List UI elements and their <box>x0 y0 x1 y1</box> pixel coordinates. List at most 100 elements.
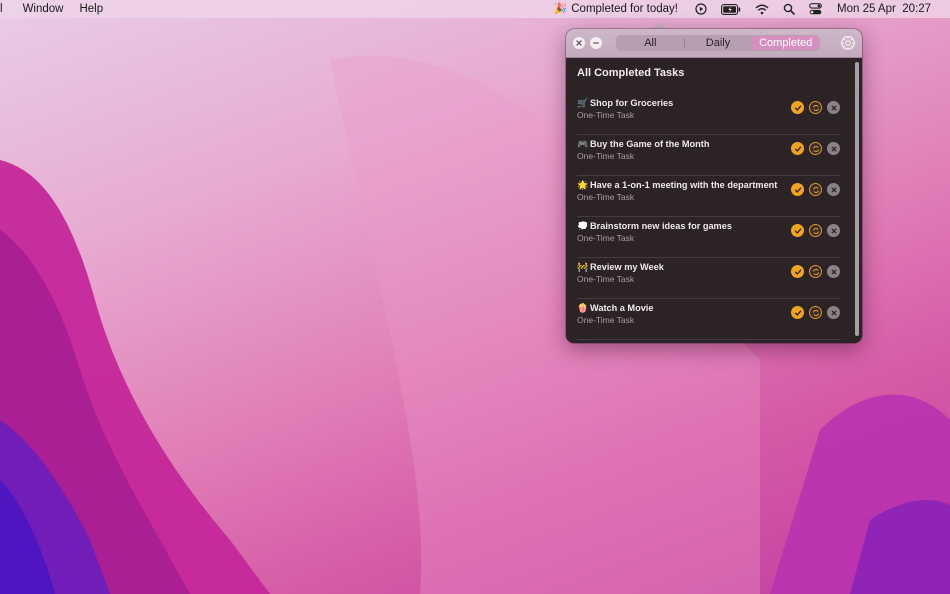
menu-item-app-truncated[interactable]: l <box>0 0 11 18</box>
close-icon <box>830 304 838 322</box>
complete-button[interactable] <box>791 142 804 155</box>
close-icon <box>830 99 838 117</box>
complete-button[interactable] <box>791 224 804 237</box>
checkmark-icon <box>794 99 802 117</box>
checkmark-icon <box>794 140 802 158</box>
close-icon <box>830 140 838 158</box>
menu-bar: l Window Help 🎉 Completed for today! Mon… <box>0 0 950 18</box>
repeat-button[interactable] <box>809 224 822 237</box>
task-actions <box>791 142 840 155</box>
task-emoji: 🛒 <box>577 98 589 108</box>
gear-icon <box>840 36 856 55</box>
task-title-line: 🍿 Watch a Movie <box>577 303 653 314</box>
repeat-icon <box>812 181 820 199</box>
popover-header: All Daily Completed <box>566 29 862 58</box>
task-status-menu-extra[interactable]: 🎉 Completed for today! <box>547 0 688 18</box>
task-type: One-Time Task <box>577 110 635 120</box>
task-actions <box>791 306 840 319</box>
task-row[interactable]: 🌟 Have a 1-on-1 meeting with the departme… <box>577 176 840 217</box>
party-popper-icon: 🎉 <box>553 3 568 15</box>
repeat-button[interactable] <box>809 183 822 196</box>
checkmark-icon <box>794 263 802 281</box>
tab-all[interactable]: All <box>617 35 684 51</box>
app-menus: l Window Help <box>0 0 111 18</box>
popover-arrow <box>652 22 666 29</box>
status-area: 🎉 Completed for today! Mon 25 Apr 20:27 <box>547 0 938 18</box>
repeat-button[interactable] <box>809 142 822 155</box>
task-actions <box>791 183 840 196</box>
repeat-button[interactable] <box>809 265 822 278</box>
status-text: Completed for today! <box>571 3 679 15</box>
complete-button[interactable] <box>791 101 804 114</box>
checkmark-icon <box>794 222 802 240</box>
task-row[interactable]: 🚧 Review my Week One-Time Task <box>577 258 840 299</box>
task-title: Buy the Game of the Month <box>590 139 710 149</box>
task-title-line: 🌟 Have a 1-on-1 meeting with the departme… <box>577 180 777 191</box>
battery-icon[interactable] <box>714 0 748 18</box>
task-actions <box>791 224 840 237</box>
repeat-button[interactable] <box>809 306 822 319</box>
task-row[interactable]: 🛒 Shop for Groceries One-Time Task <box>577 94 840 135</box>
task-title: Review my Week <box>590 262 664 272</box>
wifi-icon[interactable] <box>748 0 776 18</box>
repeat-icon <box>812 99 820 117</box>
menu-item-help[interactable]: Help <box>71 0 111 18</box>
tasks-popover: All Daily Completed All Completed Tasks … <box>566 29 862 343</box>
complete-button[interactable] <box>791 265 804 278</box>
menu-bar-clock[interactable]: Mon 25 Apr 20:27 <box>829 0 938 18</box>
close-icon <box>830 222 838 240</box>
task-type: One-Time Task <box>577 274 635 284</box>
checkmark-icon <box>794 181 802 199</box>
remove-button[interactable] <box>827 306 840 319</box>
remove-button[interactable] <box>827 183 840 196</box>
task-actions <box>791 101 840 114</box>
task-row[interactable]: 🍿 Watch a Movie One-Time Task <box>577 299 840 340</box>
remove-button[interactable] <box>827 224 840 237</box>
tab-completed[interactable]: Completed <box>752 36 820 50</box>
task-type: One-Time Task <box>577 233 635 243</box>
task-title-line: 🚧 Review my Week <box>577 262 664 273</box>
repeat-button[interactable] <box>809 101 822 114</box>
remove-button[interactable] <box>827 101 840 114</box>
task-type: One-Time Task <box>577 192 635 202</box>
minus-icon <box>592 34 600 52</box>
task-type: One-Time Task <box>577 315 635 325</box>
task-title: Have a 1-on-1 meeting with the departmen… <box>590 180 778 190</box>
repeat-icon <box>812 222 820 240</box>
task-type: One-Time Task <box>577 151 635 161</box>
task-emoji: 🚧 <box>577 262 589 272</box>
close-icon <box>575 34 583 52</box>
settings-button[interactable] <box>840 35 856 51</box>
task-emoji: 🌟 <box>577 180 589 190</box>
task-emoji: 💭 <box>577 221 589 231</box>
task-title: Brainstorm new ideas for games <box>590 221 732 231</box>
filter-segmented-control: All Daily Completed <box>616 35 820 51</box>
repeat-icon <box>812 263 820 281</box>
play-circle-icon[interactable] <box>688 0 714 18</box>
spotlight-search-icon[interactable] <box>776 0 802 18</box>
complete-button[interactable] <box>791 306 804 319</box>
task-row[interactable]: 🎮 Buy the Game of the Month One-Time Task <box>577 135 840 176</box>
task-list-area: All Completed Tasks 🛒 Shop for Groceries … <box>566 58 862 343</box>
task-emoji: 🎮 <box>577 139 589 149</box>
repeat-icon <box>812 140 820 158</box>
close-icon <box>830 181 838 199</box>
tab-daily[interactable]: Daily <box>685 35 752 51</box>
remove-button[interactable] <box>827 142 840 155</box>
close-icon <box>830 263 838 281</box>
scrollbar[interactable] <box>855 62 859 336</box>
task-title-line: 🛒 Shop for Groceries <box>577 98 673 109</box>
close-button[interactable] <box>573 37 585 49</box>
control-center-icon[interactable] <box>802 0 829 18</box>
task-title-line: 🎮 Buy the Game of the Month <box>577 139 709 150</box>
task-title: Shop for Groceries <box>590 98 674 108</box>
minimize-button[interactable] <box>590 37 602 49</box>
task-title: Watch a Movie <box>590 303 654 313</box>
task-row[interactable]: 💭 Brainstorm new ideas for games One-Time… <box>577 217 840 258</box>
section-title: All Completed Tasks <box>577 67 685 79</box>
repeat-icon <box>812 304 820 322</box>
complete-button[interactable] <box>791 183 804 196</box>
remove-button[interactable] <box>827 265 840 278</box>
menu-item-window[interactable]: Window <box>15 0 72 18</box>
task-actions <box>791 265 840 278</box>
